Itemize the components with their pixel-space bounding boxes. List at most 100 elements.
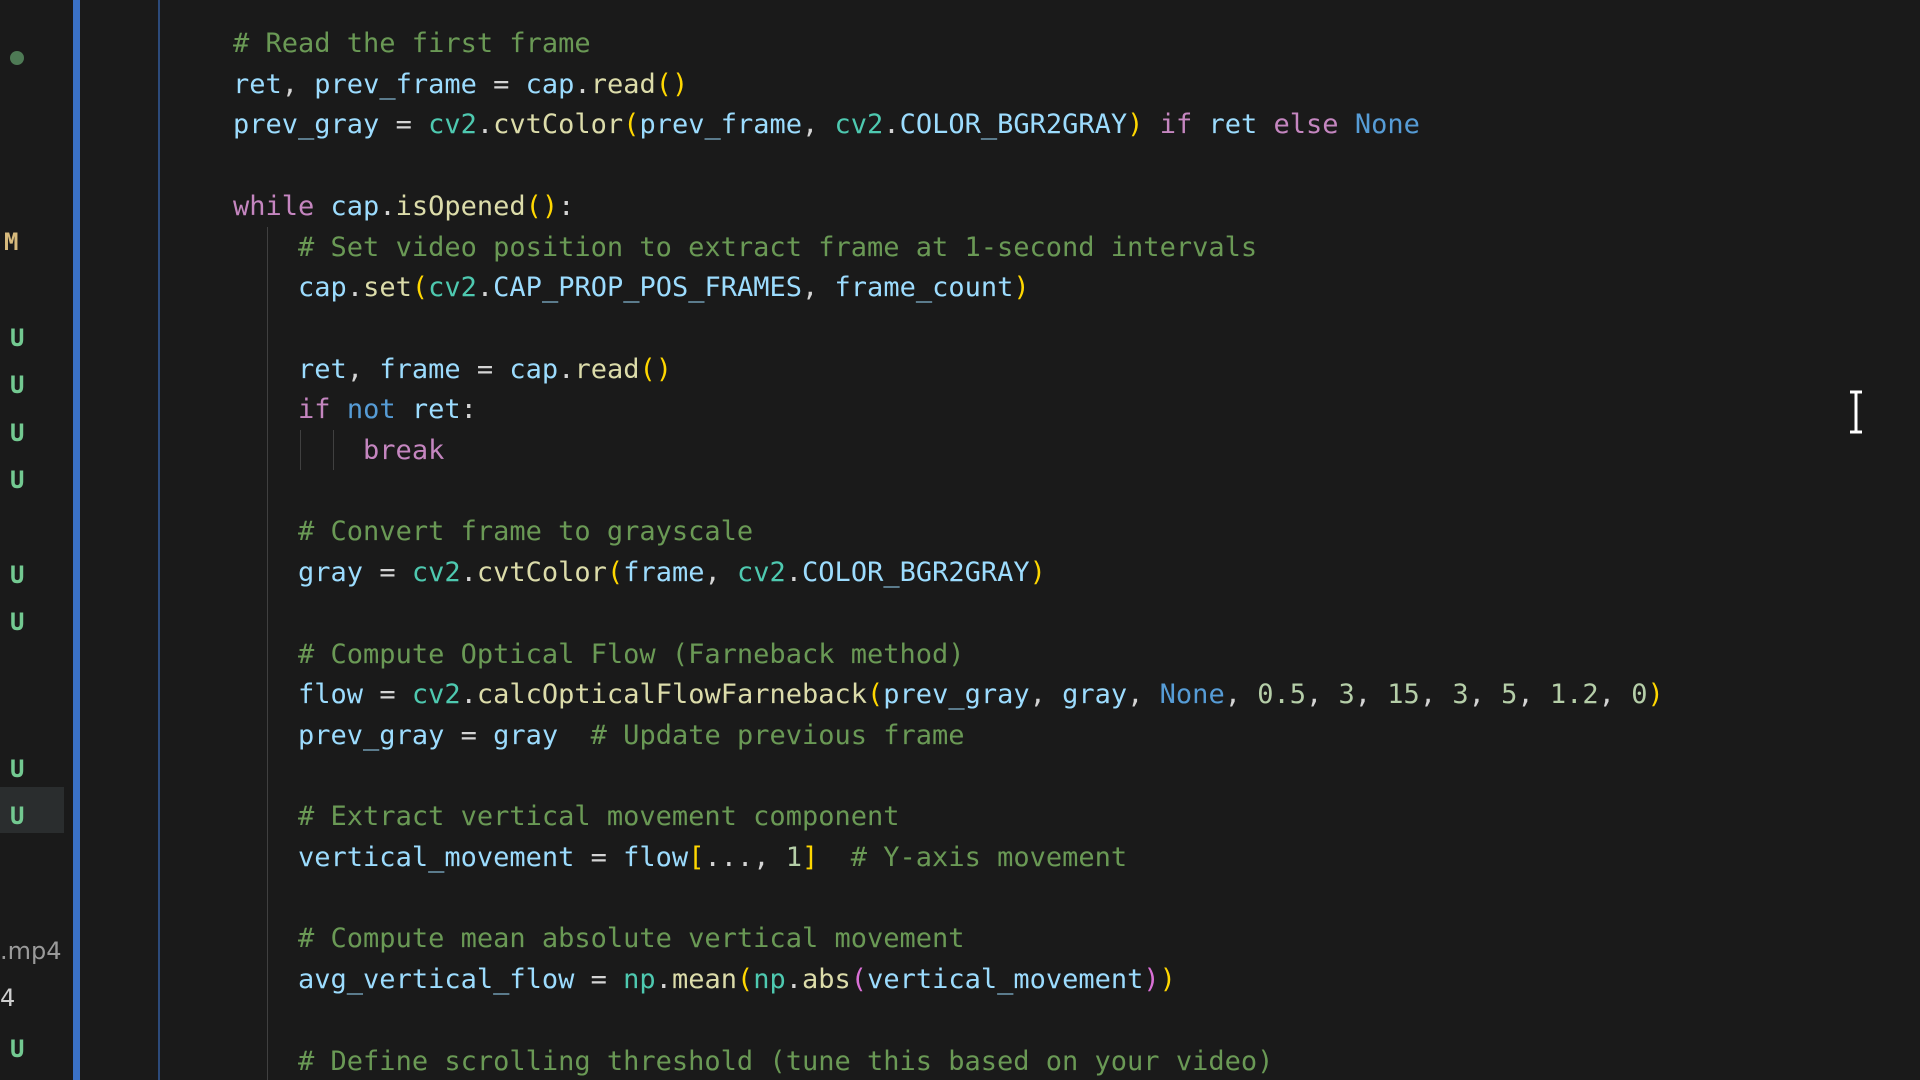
code-token: else	[1273, 109, 1339, 141]
git-status-badge: U	[10, 324, 25, 352]
modified-dot-icon	[10, 51, 24, 65]
code-token: # Define scrolling threshold (tune this …	[298, 1045, 1274, 1077]
code-line[interactable]: cap.set(cv2.CAP_PROP_POS_FRAMES, frame_c…	[233, 267, 1030, 308]
code-token: )	[1029, 557, 1046, 589]
code-token: isOpened	[395, 190, 526, 222]
code-token: read	[590, 68, 656, 100]
code-token: (	[411, 272, 429, 304]
code-token: (	[736, 964, 754, 996]
code-line[interactable]: if not ret:	[233, 389, 477, 430]
code-line[interactable]: # Read the first frame	[233, 23, 591, 64]
code-token: not	[346, 394, 396, 426]
code-token: ret	[233, 68, 282, 100]
git-status-badge: M	[4, 228, 19, 256]
code-token: abs	[802, 964, 851, 996]
code-token: # Convert frame to grayscale	[298, 516, 754, 548]
code-token: read	[574, 353, 640, 385]
code-line[interactable]: break	[233, 430, 444, 471]
code-token: .	[655, 964, 672, 996]
code-token: .	[460, 557, 477, 589]
code-token: np	[623, 964, 656, 996]
code-token: (	[606, 557, 624, 589]
code-token: avg_vertical_flow	[298, 964, 575, 996]
code-token: =	[476, 68, 526, 100]
code-line[interactable]: ret, frame = cap.read()	[233, 349, 672, 390]
code-token: ,	[1029, 679, 1063, 711]
code-editor[interactable]: # Read the first frame ret, prev_frame = …	[160, 0, 1920, 1080]
code-token: np	[753, 964, 786, 996]
code-token: .	[574, 68, 591, 100]
code-token: ,	[802, 272, 835, 304]
git-status-badge: U	[10, 561, 25, 589]
code-token: cv2	[428, 272, 477, 304]
panel-divider[interactable]	[73, 0, 80, 1080]
code-line[interactable]: # Define scrolling threshold (tune this …	[233, 1041, 1273, 1080]
code-token: ,	[1127, 679, 1160, 711]
code-token: cv2	[411, 557, 461, 589]
code-token: ,	[1224, 679, 1258, 711]
code-line[interactable]: prev_gray = cv2.cvtColor(prev_frame, cv2…	[233, 104, 1420, 145]
code-token: cap	[330, 190, 380, 222]
code-line[interactable]: vertical_movement = flow[..., 1] # Y-axi…	[233, 837, 1127, 878]
code-token: ,	[1598, 679, 1632, 711]
git-status-badge: U	[10, 419, 25, 447]
code-token: ret	[1208, 109, 1258, 141]
code-token: .	[476, 109, 494, 141]
code-token: frame_count	[834, 272, 1014, 304]
code-line[interactable]: ret, prev_frame = cap.read()	[233, 64, 688, 105]
code-token: (	[623, 109, 640, 141]
code-token: CAP_PROP_POS_FRAMES	[493, 272, 803, 304]
code-token: (	[850, 964, 868, 996]
git-status-badge: U	[10, 466, 25, 494]
code-token: # Y-axis movement	[850, 842, 1128, 873]
code-token: 1	[785, 842, 802, 873]
code-token: vertical_movement	[867, 964, 1144, 996]
git-status-badge: U	[10, 1035, 25, 1063]
code-token: ()	[655, 68, 689, 100]
code-line[interactable]: while cap.isOpened():	[233, 186, 574, 227]
code-token: # Set video position to extract frame at…	[298, 231, 1258, 263]
code-token: cvtColor	[493, 109, 624, 141]
code-line[interactable]: # Extract vertical movement component	[233, 796, 899, 837]
code-token: =	[574, 842, 624, 873]
code-token: :	[558, 190, 575, 222]
git-status-badge: U	[10, 371, 25, 399]
code-token: cv2	[411, 679, 461, 711]
code-token: ret	[298, 353, 347, 385]
code-token: ,	[281, 68, 315, 100]
code-token: None	[1354, 109, 1420, 141]
code-token: 3	[1338, 679, 1355, 711]
code-token: 3	[1452, 679, 1469, 711]
code-line[interactable]: # Compute Optical Flow (Farneback method…	[233, 634, 964, 675]
code-token: COLOR_BGR2GRAY	[899, 109, 1128, 141]
code-line[interactable]: prev_gray = gray # Update previous frame	[233, 715, 965, 756]
code-line[interactable]: gray = cv2.cvtColor(frame, cv2.COLOR_BGR…	[233, 552, 1046, 593]
code-line[interactable]: flow = cv2.calcOpticalFlowFarneback(prev…	[233, 674, 1664, 715]
code-token: cv2	[737, 557, 786, 589]
git-status-badge: U	[10, 755, 25, 783]
code-line[interactable]: avg_vertical_flow = np.mean(np.abs(verti…	[233, 959, 1176, 1000]
code-token: # Compute mean absolute vertical movemen…	[298, 923, 965, 955]
code-token: ,	[1419, 679, 1453, 711]
code-line[interactable]: # Set video position to extract frame at…	[233, 227, 1257, 268]
code-token: prev_gray	[883, 679, 1030, 711]
code-token: COLOR_BGR2GRAY	[802, 557, 1030, 589]
code-token: 5	[1501, 679, 1518, 711]
code-line[interactable]: # Compute mean absolute vertical movemen…	[233, 918, 965, 959]
code-line[interactable]: # Convert frame to grayscale	[233, 511, 753, 552]
code-token: ,	[1306, 679, 1339, 711]
code-token: =	[363, 679, 412, 711]
code-token: ,	[802, 109, 835, 141]
code-token: cv2	[428, 109, 477, 141]
code-token: ,	[704, 557, 737, 589]
code-token: ret	[411, 394, 461, 426]
code-token: cap	[298, 272, 347, 304]
code-token: .	[346, 272, 364, 304]
text-cursor-icon	[1850, 390, 1862, 434]
